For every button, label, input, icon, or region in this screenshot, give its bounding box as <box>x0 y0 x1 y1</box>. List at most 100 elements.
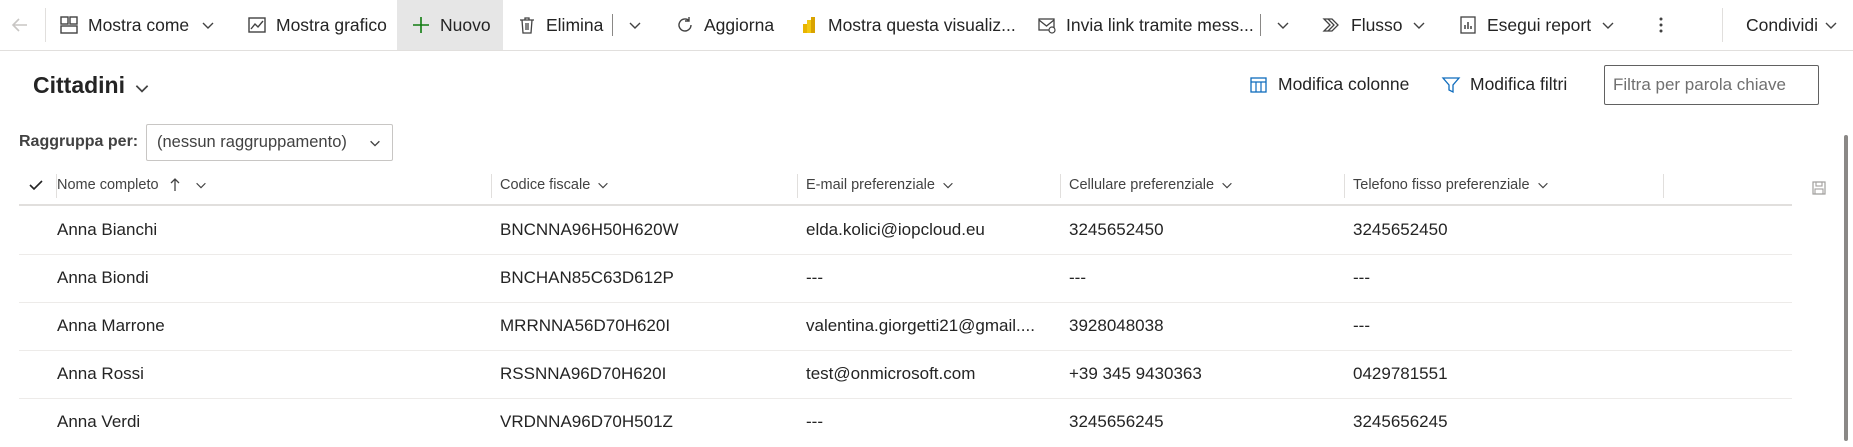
group-by-select[interactable]: (nessun raggruppamento) <box>146 124 393 161</box>
cell-full-name[interactable]: Anna Rossi <box>57 364 477 384</box>
show-visualization-button[interactable]: Mostra questa visualiz... <box>798 0 1016 50</box>
column-divider <box>491 174 492 198</box>
grid-header: Nome completo Codice fiscale E-mail pref… <box>19 166 1792 206</box>
view-title[interactable]: Cittadini <box>33 72 125 99</box>
cell-mobile[interactable]: 3245656245 <box>1069 412 1339 432</box>
divider <box>612 14 613 36</box>
select-all-checkbox[interactable] <box>28 166 44 204</box>
show-chart-label: Mostra grafico <box>276 14 387 35</box>
chevron-down-icon[interactable] <box>133 79 151 97</box>
show-as-button[interactable]: Mostra come <box>58 0 189 50</box>
flow-icon <box>1321 14 1343 36</box>
column-header-full-name[interactable]: Nome completo <box>57 166 208 204</box>
group-by-label: Raggruppa per: <box>19 133 139 150</box>
refresh-button[interactable]: Aggiorna <box>674 0 774 50</box>
chevron-down-icon[interactable] <box>1823 17 1839 33</box>
table-row[interactable]: Anna Biondi BNCHAN85C63D612P --- --- --- <box>19 255 1792 303</box>
new-button[interactable]: Nuovo <box>410 0 491 50</box>
back-button[interactable] <box>9 0 31 50</box>
flow-label: Flusso <box>1351 14 1403 35</box>
cell-email[interactable]: test@onmicrosoft.com <box>806 364 1054 384</box>
cell-landline[interactable]: --- <box>1353 316 1653 336</box>
run-report-button[interactable]: Esegui report <box>1457 0 1591 50</box>
edit-columns-label: Modifica colonne <box>1278 74 1410 94</box>
plus-icon <box>410 14 432 36</box>
cell-landline[interactable]: 3245652450 <box>1353 220 1653 240</box>
cell-landline[interactable]: 3245656245 <box>1353 412 1653 432</box>
column-divider <box>1344 174 1345 198</box>
cell-mobile[interactable]: --- <box>1069 268 1339 288</box>
column-divider <box>797 174 798 198</box>
delete-button[interactable]: Elimina <box>516 0 603 50</box>
chevron-down-icon[interactable] <box>627 17 643 33</box>
table-row[interactable]: Anna Verdi VRDNNA96D70H501Z --- 32456562… <box>19 399 1792 447</box>
column-header-mobile[interactable]: Cellulare preferenziale <box>1069 166 1234 204</box>
trash-icon <box>516 14 538 36</box>
edit-filters-button[interactable]: Modifica filtri <box>1441 74 1567 95</box>
cell-mobile[interactable]: 3928048038 <box>1069 316 1339 336</box>
divider <box>1260 14 1261 36</box>
new-label: Nuovo <box>440 14 491 35</box>
column-header-email[interactable]: E-mail preferenziale <box>806 166 955 204</box>
show-visualization-label: Mostra questa visualiz... <box>828 14 1016 35</box>
power-bi-icon <box>798 14 820 36</box>
column-divider <box>1060 174 1061 198</box>
filter-icon <box>1441 75 1461 95</box>
cell-email[interactable]: --- <box>806 268 1054 288</box>
chevron-down-icon <box>1222 182 1232 189</box>
cell-full-name[interactable]: Anna Bianchi <box>57 220 477 240</box>
edit-filters-label: Modifica filtri <box>1470 74 1568 94</box>
edit-columns-icon <box>1249 75 1269 95</box>
save-icon[interactable] <box>1812 181 1826 195</box>
arrow-left-icon <box>9 14 31 36</box>
table-row[interactable]: Anna Bianchi BNCNNA96H50H620W elda.kolic… <box>19 207 1792 255</box>
column-header-label: Nome completo <box>57 177 159 193</box>
delete-label: Elimina <box>546 14 604 35</box>
column-header-landline[interactable]: Telefono fisso preferenziale <box>1353 166 1550 204</box>
refresh-label: Aggiorna <box>704 14 775 35</box>
chevron-down-icon <box>195 182 206 189</box>
chevron-down-icon[interactable] <box>200 17 216 33</box>
group-by-value: (nessun raggruppamento) <box>157 133 347 151</box>
edit-columns-button[interactable]: Modifica colonne <box>1249 74 1409 95</box>
divider <box>1722 8 1723 42</box>
show-as-label: Mostra come <box>88 14 190 35</box>
cell-email[interactable]: elda.kolici@iopcloud.eu <box>806 220 1054 240</box>
cell-full-name[interactable]: Anna Biondi <box>57 268 477 288</box>
cell-tax-code: VRDNNA96D70H501Z <box>500 412 673 431</box>
more-vertical-icon <box>1650 14 1672 36</box>
chevron-down-icon <box>598 182 609 189</box>
cell-email[interactable]: valentina.giorgetti21@gmail.... <box>806 316 1054 336</box>
chevron-down-icon <box>1537 182 1548 189</box>
cell-landline[interactable]: --- <box>1353 268 1653 288</box>
show-chart-button[interactable]: Mostra grafico <box>246 0 387 50</box>
chevron-down-icon <box>943 182 953 189</box>
share-label: Condividi <box>1746 14 1818 35</box>
checkmark-icon <box>29 180 43 191</box>
cell-full-name[interactable]: Anna Marrone <box>57 316 477 336</box>
cell-tax-code: MRRNNA56D70H620I <box>500 316 671 335</box>
cell-mobile[interactable]: 3245652450 <box>1069 220 1339 240</box>
column-header-tax-code[interactable]: Codice fiscale <box>500 166 610 204</box>
more-commands-button[interactable] <box>1650 0 1672 50</box>
arrow-up-icon <box>170 178 180 191</box>
keyword-filter-input[interactable] <box>1604 65 1819 105</box>
flow-button[interactable]: Flusso <box>1321 0 1403 50</box>
share-button[interactable]: Condividi <box>1746 0 1818 50</box>
send-link-label: Invia link tramite mess... <box>1066 14 1254 35</box>
cell-email[interactable]: --- <box>806 412 1054 432</box>
cell-mobile[interactable]: +39 345 9430363 <box>1069 364 1339 384</box>
cell-full-name[interactable]: Anna Verdi <box>57 412 477 432</box>
report-icon <box>1457 14 1479 36</box>
column-header-label: E-mail preferenziale <box>806 177 935 193</box>
table-row[interactable]: Anna Rossi RSSNNA96D70H620I test@onmicro… <box>19 351 1792 399</box>
cell-landline[interactable]: 0429781551 <box>1353 364 1653 384</box>
send-link-button[interactable]: Invia link tramite mess... <box>1036 0 1254 50</box>
chevron-down-icon[interactable] <box>1275 17 1291 33</box>
chevron-down-icon[interactable] <box>1411 17 1427 33</box>
vertical-scrollbar[interactable] <box>1844 135 1848 441</box>
cell-tax-code: RSSNNA96D70H620I <box>500 364 667 383</box>
cell-tax-code: BNCHAN85C63D612P <box>500 268 674 287</box>
table-row[interactable]: Anna Marrone MRRNNA56D70H620I valentina.… <box>19 303 1792 351</box>
chevron-down-icon[interactable] <box>1600 17 1616 33</box>
